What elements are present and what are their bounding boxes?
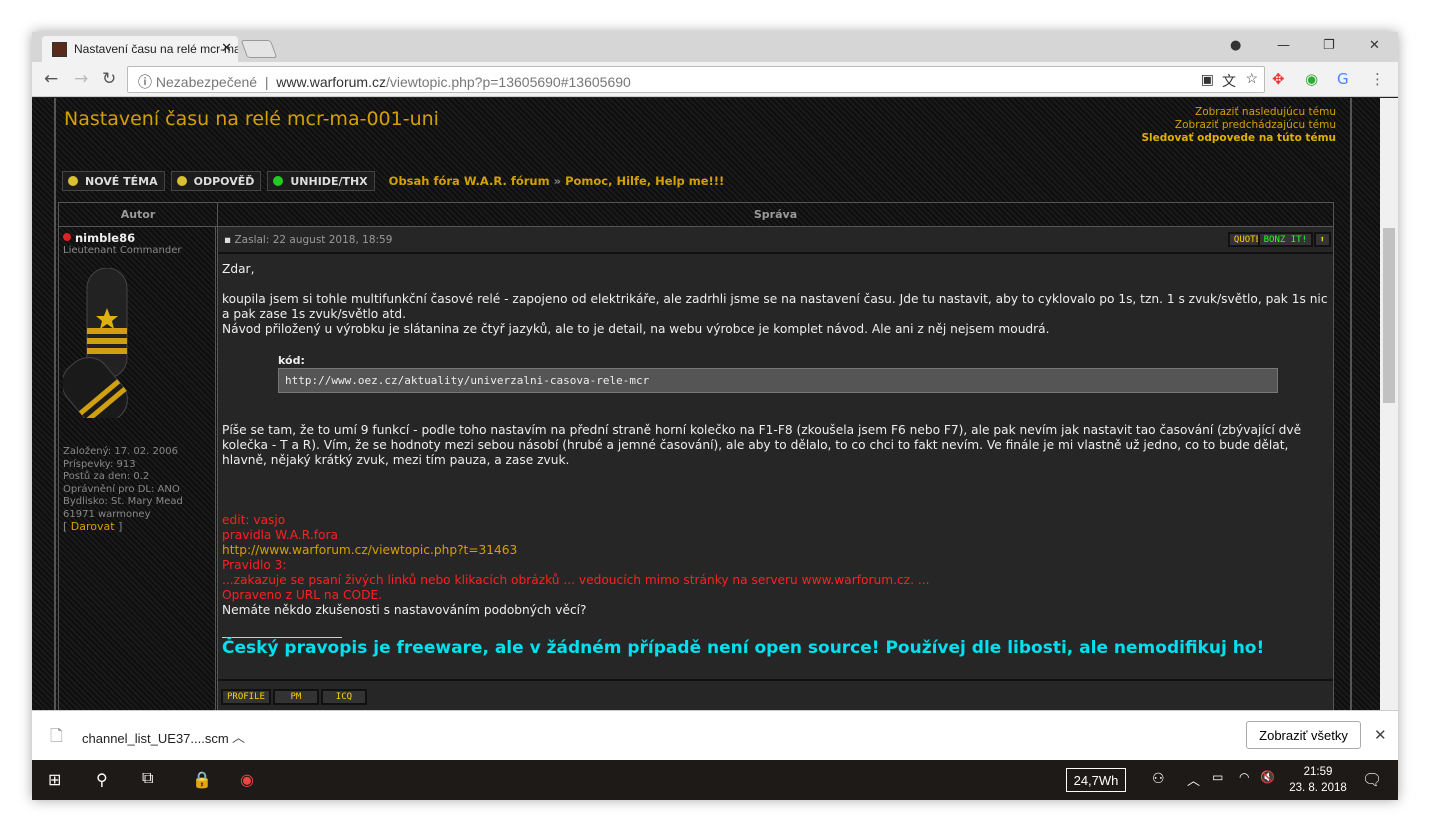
- close-window-button[interactable]: ✕: [1369, 38, 1380, 53]
- topic-title: Nastavení času na relé mcr-ma-001-uni: [64, 108, 439, 130]
- new-topic-button[interactable]: NOVÉ TÉMA: [62, 171, 165, 191]
- signature: Český pravopis je freeware, ale v žádném…: [222, 638, 1265, 658]
- icq-button[interactable]: ICQ: [320, 689, 367, 705]
- url-host: www.warforum.cz: [276, 74, 386, 90]
- battery-indicator[interactable]: 24,7Wh: [1066, 768, 1126, 792]
- show-all-button[interactable]: Zobraziť všetky: [1246, 721, 1361, 749]
- start-icon[interactable]: ⊞: [48, 770, 61, 790]
- security-label: Nezabezpečené: [155, 74, 258, 90]
- topic-links: Zobraziť nasledujúcu tému Zobraziť predc…: [1142, 106, 1337, 145]
- address-bar[interactable]: ⓘ Nezabezpečené | www.warforum.cz/viewto…: [127, 66, 1265, 93]
- post-footer: PROFILE PM ICQ: [218, 679, 1333, 705]
- chevron-up-icon[interactable]: ︿: [1187, 770, 1200, 789]
- breadcrumb-forum[interactable]: Obsah fóra W.A.R. fórum: [389, 174, 550, 188]
- info-icon: ⓘ: [138, 74, 156, 90]
- download-file[interactable]: channel_list_UE37....scm: [82, 731, 229, 746]
- mute-icon[interactable]: 🔇: [1260, 770, 1275, 784]
- close-download-bar-icon[interactable]: ✕: [1374, 726, 1387, 744]
- favicon-icon: [52, 42, 67, 57]
- url-path: /viewtopic.php?p=13605690#13605690: [385, 74, 631, 90]
- post-date: Zaslal: 22 august 2018, 18:59: [234, 234, 393, 246]
- report-button[interactable]: BONZ IT!: [1257, 232, 1313, 247]
- code-block: kód: http://www.oez.cz/aktuality/univerza…: [278, 353, 1278, 393]
- download-manager-icon[interactable]: ◉: [1305, 70, 1318, 88]
- app-icon[interactable]: 🔒: [192, 770, 212, 790]
- menu-icon[interactable]: ⋮: [1370, 70, 1385, 88]
- popup-blocked-icon[interactable]: ▣: [1201, 71, 1214, 88]
- forward-icon[interactable]: →: [74, 69, 88, 89]
- browser-window: Nastavení času na relé mcr-ma-001-uni✕ ●…: [32, 32, 1398, 800]
- restore-button[interactable]: ❐: [1323, 38, 1335, 53]
- code-content[interactable]: http://www.oez.cz/aktuality/univerzalni-…: [278, 368, 1278, 393]
- avatar: [61, 267, 163, 426]
- back-icon[interactable]: ←: [44, 69, 58, 89]
- rules-link[interactable]: http://www.warforum.cz/viewtopic.php?t=3…: [222, 543, 1329, 558]
- tab-title: Nastavení času na relé mcr-ma-001-uni: [74, 42, 238, 56]
- web-page: Nastavení času na relé mcr-ma-001-uni Zo…: [32, 98, 1380, 710]
- author-header: Autor: [58, 202, 218, 227]
- post: ▪ Zaslal: 22 august 2018, 18:59 QUOTE BO…: [217, 226, 1334, 710]
- toolbar: ← → ↻ ⓘ Nezabezpečené | www.warforum.cz/…: [32, 62, 1398, 97]
- author-stats: Založený: 17. 02. 2006 Príspevky: 913 Post…: [63, 446, 183, 533]
- breadcrumb: Obsah fóra W.A.R. fórum » Pomoc, Hilfe, …: [388, 174, 725, 188]
- watch-topic-link[interactable]: Sledovať odpovede na túto tému: [1142, 132, 1337, 144]
- profile-button[interactable]: PROFILE: [221, 689, 271, 705]
- post-body: Zdar, koupila jsem si tohle multifunkční…: [222, 262, 1329, 658]
- pm-button[interactable]: PM: [272, 689, 319, 705]
- unhide-button[interactable]: UNHIDE/THX: [267, 171, 375, 191]
- clock[interactable]: 21:59 23. 8. 2018: [1288, 764, 1348, 796]
- task-view-icon[interactable]: ⧉: [142, 770, 153, 788]
- chrome-icon[interactable]: ◉: [240, 770, 254, 790]
- power-icon[interactable]: ▭: [1212, 770, 1223, 784]
- message-header: Správa: [217, 202, 1334, 227]
- notifications-icon[interactable]: 🗨: [1362, 770, 1382, 790]
- taskbar: ⊞ ⚲ ⧉ 🔒 ◉ 24,7Wh ⚇ ︿ ▭ ◠ 🔇 21:59 23. 8. 2…: [32, 760, 1398, 800]
- download-bar: 🗋 channel_list_UE37....scm ︿ Zobraziť vš…: [32, 710, 1398, 760]
- close-tab-icon[interactable]: ✕: [221, 40, 232, 56]
- prev-topic-link[interactable]: Zobraziť predchádzajúcu tému: [1142, 119, 1336, 132]
- breadcrumb-sub[interactable]: Pomoc, Hilfe, Help me!!!: [565, 174, 724, 188]
- google-translate-icon[interactable]: G: [1337, 70, 1349, 88]
- tab-bar: Nastavení času na relé mcr-ma-001-uni✕ ●…: [32, 32, 1398, 62]
- translate-icon[interactable]: 文: [1222, 71, 1236, 91]
- donate-link[interactable]: Darovat: [71, 520, 115, 533]
- file-icon: 🗋: [50, 728, 63, 745]
- author-rank: Lieutenant Commander: [63, 245, 182, 256]
- scroll-top-icon[interactable]: ⬆: [1313, 232, 1331, 247]
- author-name[interactable]: nimble86: [63, 231, 211, 245]
- extension-icon[interactable]: ✥: [1272, 70, 1285, 88]
- vertical-scrollbar[interactable]: [1380, 98, 1398, 710]
- people-icon[interactable]: ⚇: [1152, 770, 1165, 787]
- minimize-button[interactable]: —: [1277, 38, 1290, 53]
- wifi-icon[interactable]: ◠: [1239, 770, 1249, 784]
- bookmark-star-icon[interactable]: ☆: [1245, 70, 1258, 87]
- chevron-up-icon[interactable]: ︿: [232, 727, 245, 746]
- author-panel: nimble86 Lieutenant Commander Založený: …: [58, 226, 216, 710]
- reply-button[interactable]: ODPOVĚĎ: [170, 171, 262, 191]
- reload-icon[interactable]: ↻: [102, 69, 116, 89]
- new-tab-button[interactable]: [240, 40, 278, 58]
- tab-active[interactable]: Nastavení času na relé mcr-ma-001-uni✕: [42, 36, 238, 62]
- next-topic-link[interactable]: Zobraziť nasledujúcu tému: [1142, 106, 1336, 119]
- profile-icon[interactable]: ●: [1230, 38, 1241, 53]
- search-icon[interactable]: ⚲: [96, 770, 108, 790]
